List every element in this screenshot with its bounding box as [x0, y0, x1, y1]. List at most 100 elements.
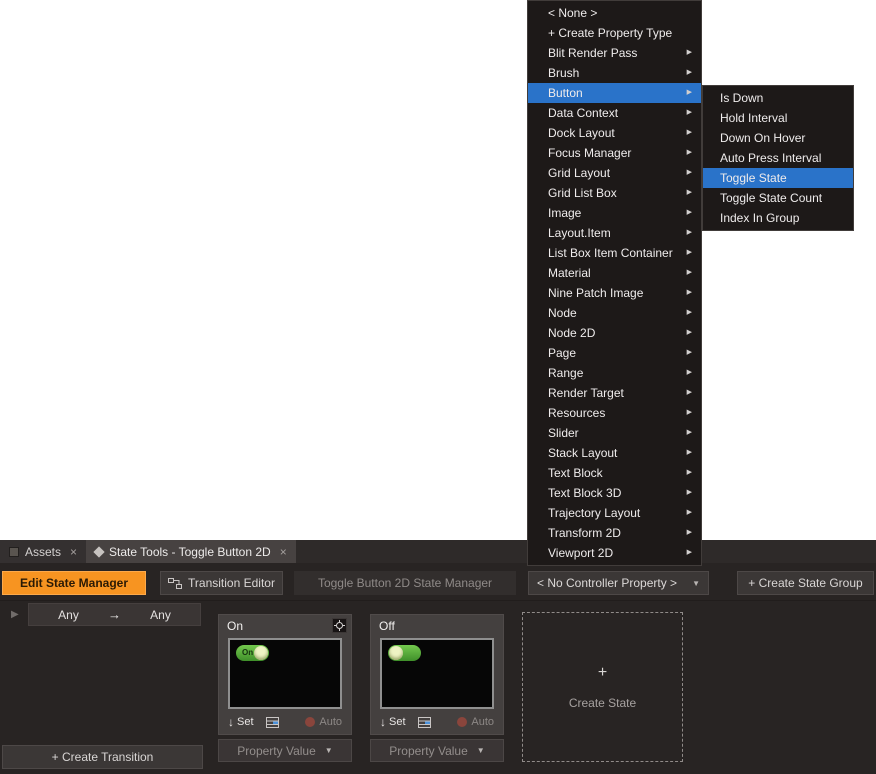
menu-item[interactable]: Trajectory Layout▶ — [528, 503, 701, 523]
menu-item[interactable]: Range▶ — [528, 363, 701, 383]
set-button[interactable]: ↓ Set — [380, 715, 406, 729]
submenu-item[interactable]: Index In Group — [703, 208, 853, 228]
submenu-item[interactable]: Is Down — [703, 88, 853, 108]
menu-item[interactable]: Layout.Item▶ — [528, 223, 701, 243]
plus-icon: + — [598, 664, 607, 682]
submenu-arrow-icon: ▶ — [687, 263, 692, 283]
toggle-knob — [389, 646, 403, 660]
active-state-icon[interactable] — [332, 618, 347, 633]
submenu-item-toggle-state[interactable]: Toggle State — [703, 168, 853, 188]
menu-item[interactable]: Grid List Box▶ — [528, 183, 701, 203]
controller-property-dropdown[interactable]: < No Controller Property > ▼ — [528, 571, 709, 595]
edit-state-manager-button[interactable]: Edit State Manager — [2, 571, 146, 595]
submenu-arrow-icon: ▶ — [687, 83, 692, 103]
menu-item[interactable]: Page▶ — [528, 343, 701, 363]
set-arrow-icon: ↓ — [228, 715, 234, 729]
menu-item[interactable]: List Box Item Container▶ — [528, 243, 701, 263]
submenu-arrow-icon: ▶ — [687, 483, 692, 503]
submenu-arrow-icon: ▶ — [687, 63, 692, 83]
menu-item[interactable]: Material▶ — [528, 263, 701, 283]
submenu-item[interactable]: Toggle State Count — [703, 188, 853, 208]
state-card-off[interactable]: Off ↓ Set — [370, 614, 504, 735]
property-type-menu: < None > + Create Property Type Blit Ren… — [527, 0, 702, 566]
menu-item[interactable]: Text Block▶ — [528, 463, 701, 483]
close-icon[interactable]: × — [70, 545, 77, 559]
toggle-button-preview: On — [236, 645, 269, 661]
menu-item[interactable]: Brush▶ — [528, 63, 701, 83]
submenu-item[interactable]: Hold Interval — [703, 108, 853, 128]
state-tools-toolbar: Edit State Manager Transition Editor Tog… — [0, 563, 876, 601]
submenu-arrow-icon: ▶ — [687, 283, 692, 303]
property-value-dropdown-on[interactable]: Property Value ▼ — [218, 739, 352, 762]
close-icon[interactable]: × — [280, 545, 287, 559]
transition-row[interactable]: Any → Any — [28, 603, 201, 626]
transition-to[interactable]: Any — [121, 608, 200, 622]
menu-item[interactable]: Nine Patch Image▶ — [528, 283, 701, 303]
submenu-item[interactable]: Auto Press Interval — [703, 148, 853, 168]
submenu-arrow-icon: ▶ — [687, 363, 692, 383]
menu-item[interactable]: Viewport 2D▶ — [528, 543, 701, 563]
menu-item[interactable]: Render Target▶ — [528, 383, 701, 403]
menu-item[interactable]: Image▶ — [528, 203, 701, 223]
state-card-footer: ↓ Set Auto — [219, 713, 351, 731]
submenu-arrow-icon: ▶ — [687, 343, 692, 363]
submenu-arrow-icon: ▶ — [687, 523, 692, 543]
create-state-group-button[interactable]: + Create State Group — [737, 571, 874, 595]
submenu-arrow-icon: ▶ — [687, 203, 692, 223]
transition-arrow-icon: → — [108, 607, 121, 622]
set-button[interactable]: ↓ Set — [228, 715, 254, 729]
menu-item[interactable]: Dock Layout▶ — [528, 123, 701, 143]
tab-assets[interactable]: Assets × — [0, 540, 86, 563]
menu-item-create-property-type[interactable]: + Create Property Type — [528, 23, 701, 43]
chevron-down-icon: ▼ — [477, 746, 485, 755]
create-state-button[interactable]: + Create State — [522, 612, 683, 762]
state-name: Off — [379, 619, 395, 633]
state-tools-icon — [93, 546, 104, 557]
state-card-on[interactable]: On On ↓ Set — [218, 614, 352, 735]
menu-item[interactable]: Grid Layout▶ — [528, 163, 701, 183]
transition-from[interactable]: Any — [29, 608, 108, 622]
submenu-arrow-icon: ▶ — [687, 243, 692, 263]
state-thumbnail: On — [228, 638, 342, 709]
toggle-button-preview — [388, 645, 421, 661]
menu-item[interactable]: Data Context▶ — [528, 103, 701, 123]
submenu-arrow-icon: ▶ — [687, 123, 692, 143]
submenu-arrow-icon: ▶ — [687, 163, 692, 183]
submenu-arrow-icon: ▶ — [687, 383, 692, 403]
tab-state-tools[interactable]: State Tools - Toggle Button 2D × — [86, 540, 296, 563]
screen: Assets × State Tools - Toggle Button 2D … — [0, 0, 876, 774]
play-icon: ▶ — [11, 603, 19, 626]
state-card-footer: ↓ Set Auto — [371, 713, 503, 731]
assets-icon — [9, 547, 19, 557]
menu-item[interactable]: Transform 2D▶ — [528, 523, 701, 543]
menu-item[interactable]: Focus Manager▶ — [528, 143, 701, 163]
transition-editor-icon — [168, 578, 182, 589]
auto-toggle[interactable]: Auto — [305, 716, 342, 728]
submenu-arrow-icon: ▶ — [687, 503, 692, 523]
auto-indicator-icon — [305, 717, 315, 727]
set-arrow-icon: ↓ — [380, 715, 386, 729]
chevron-down-icon: ▼ — [325, 746, 333, 755]
menu-item[interactable]: Slider▶ — [528, 423, 701, 443]
menu-item[interactable]: Blit Render Pass▶ — [528, 43, 701, 63]
transition-editor-button[interactable]: Transition Editor — [160, 571, 283, 595]
auto-toggle[interactable]: Auto — [457, 716, 494, 728]
menu-item[interactable]: Stack Layout▶ — [528, 443, 701, 463]
submenu-arrow-icon: ▶ — [687, 223, 692, 243]
submenu-item[interactable]: Down On Hover — [703, 128, 853, 148]
menu-item[interactable]: Node 2D▶ — [528, 323, 701, 343]
menu-item-none[interactable]: < None > — [528, 3, 701, 23]
tab-bar: Assets × State Tools - Toggle Button 2D … — [0, 540, 876, 563]
tab-label: Assets — [25, 545, 61, 559]
submenu-arrow-icon: ▶ — [687, 423, 692, 443]
menu-item[interactable]: Text Block 3D▶ — [528, 483, 701, 503]
pinned-properties-icon[interactable] — [266, 717, 279, 728]
chevron-down-icon: ▼ — [692, 579, 700, 588]
menu-item[interactable]: Resources▶ — [528, 403, 701, 423]
menu-item[interactable]: Node▶ — [528, 303, 701, 323]
property-value-dropdown-off[interactable]: Property Value ▼ — [370, 739, 504, 762]
pinned-properties-icon[interactable] — [418, 717, 431, 728]
create-transition-button[interactable]: + Create Transition — [2, 745, 203, 769]
state-name: On — [227, 619, 243, 633]
menu-item-button[interactable]: Button▶ — [528, 83, 701, 103]
